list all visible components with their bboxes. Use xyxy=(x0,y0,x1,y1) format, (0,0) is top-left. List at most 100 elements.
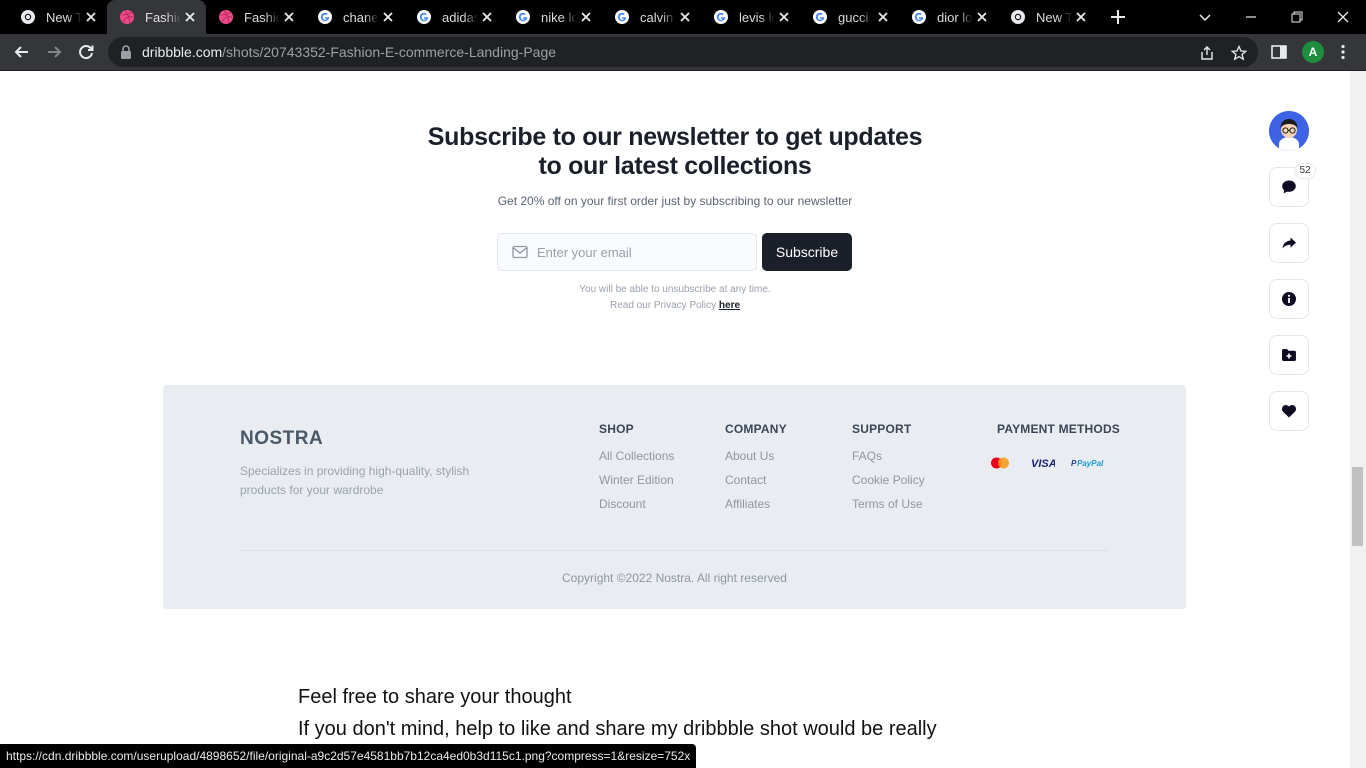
tab-title: levis lo xyxy=(739,9,775,25)
address-bar[interactable]: dribbble.com/shots/20743352-Fashion-E-co… xyxy=(108,37,1258,67)
footer-link-about-us[interactable]: About Us xyxy=(725,450,787,463)
tab-title: adidas xyxy=(442,9,478,25)
subscribe-button[interactable]: Subscribe xyxy=(762,233,852,271)
paypal-icon: P PayPal xyxy=(1071,459,1104,468)
save-to-collection-button[interactable] xyxy=(1269,335,1309,375)
chrome-icon xyxy=(1011,10,1025,24)
close-tab-icon[interactable] xyxy=(1074,10,1088,24)
url-text: dribbble.com/shots/20743352-Fashion-E-co… xyxy=(142,44,556,60)
tab-nike[interactable]: nike lo xyxy=(503,0,602,34)
chrome-icon xyxy=(21,10,35,24)
email-input[interactable] xyxy=(537,242,747,262)
tab-new-tab[interactable]: New Tab xyxy=(8,0,107,34)
tab-search-chevron-icon[interactable] xyxy=(1194,6,1216,28)
profile-avatar[interactable]: A xyxy=(1302,41,1324,63)
shot-details-button[interactable] xyxy=(1269,279,1309,319)
privacy-note: Read our Privacy Policy here xyxy=(475,300,875,311)
tab-fashion-active[interactable]: Fashion E-commerce Landing Page xyxy=(107,0,206,34)
close-tab-icon[interactable] xyxy=(579,10,593,24)
unsubscribe-note: You will be able to unsubscribe at any t… xyxy=(579,284,771,295)
info-icon xyxy=(1282,292,1296,306)
footer-tagline: Specializes in providing high-quality, s… xyxy=(240,464,470,497)
mastercard-icon xyxy=(991,457,1009,469)
forward-arrow-icon[interactable] xyxy=(44,42,64,62)
nostra-logo[interactable]: NOSTRA xyxy=(240,428,323,450)
tab-title: chanel xyxy=(343,9,379,25)
side-panel-icon[interactable] xyxy=(1270,43,1288,61)
close-tab-icon[interactable] xyxy=(381,10,395,24)
tab-gucci[interactable]: gucci l xyxy=(800,0,899,34)
back-arrow-icon[interactable] xyxy=(12,42,32,62)
close-tab-icon[interactable] xyxy=(678,10,692,24)
footer-heading-company: COMPANY xyxy=(725,422,787,436)
share-icon xyxy=(1282,237,1296,249)
copyright-text: Copyright ©2022 Nostra. All right reserv… xyxy=(562,571,787,585)
dribbble-icon xyxy=(219,10,233,24)
privacy-note-text: Read our Privacy Policy xyxy=(609,300,717,311)
share-page-icon[interactable] xyxy=(1199,45,1215,61)
footer-link-cookie-policy[interactable]: Cookie Policy xyxy=(852,474,925,487)
lock-icon[interactable] xyxy=(120,45,132,59)
privacy-policy-link[interactable]: here xyxy=(719,300,740,311)
like-heart-icon xyxy=(1282,405,1296,418)
close-tab-icon[interactable] xyxy=(183,10,197,24)
tab-new-tab-2[interactable]: New Tab xyxy=(998,0,1097,34)
bookmark-star-icon[interactable] xyxy=(1231,45,1247,61)
restore-icon[interactable] xyxy=(1286,6,1308,28)
comment-icon xyxy=(1282,180,1296,194)
share-button[interactable] xyxy=(1269,223,1309,263)
tab-adidas[interactable]: adidas xyxy=(404,0,503,34)
newsletter-title-line2: to our latest collections xyxy=(538,152,812,180)
close-tab-icon[interactable] xyxy=(975,10,989,24)
close-tab-icon[interactable] xyxy=(876,10,890,24)
tab-levis[interactable]: levis lo xyxy=(701,0,800,34)
like-button[interactable] xyxy=(1269,391,1309,431)
description-line2: If you don't mind, help to like and shar… xyxy=(298,718,937,740)
footer-link-terms-of-use[interactable]: Terms of Use xyxy=(852,498,925,511)
close-window-icon[interactable] xyxy=(1332,6,1354,28)
minimize-icon[interactable] xyxy=(1240,6,1262,28)
tab-title: Fashion xyxy=(244,9,280,25)
tab-calvin[interactable]: calvin xyxy=(602,0,701,34)
footer-link-affiliates[interactable]: Affiliates xyxy=(725,498,787,511)
scrollbar-thumb[interactable] xyxy=(1352,467,1363,546)
browser-toolbar: dribbble.com/shots/20743352-Fashion-E-co… xyxy=(0,34,1366,71)
add-to-collection-icon xyxy=(1282,349,1296,361)
tab-dior[interactable]: dior lo xyxy=(899,0,998,34)
footer-heading-support: SUPPORT xyxy=(852,422,912,436)
dribbble-icon xyxy=(120,10,134,24)
tab-strip: New Tab Fashion E-commerce Landing Page … xyxy=(0,0,1366,34)
footer-col-support: SUPPORT FAQs Cookie Policy Terms of Use xyxy=(852,422,925,522)
tab-title: calvin xyxy=(640,9,674,25)
footer-col-company: COMPANY About Us Contact Affiliates xyxy=(725,422,787,522)
footer-link-winter-edition[interactable]: Winter Edition xyxy=(599,474,674,487)
tab-title: gucci l xyxy=(838,9,874,25)
close-tab-icon[interactable] xyxy=(84,10,98,24)
new-tab-plus-icon[interactable] xyxy=(1109,8,1127,26)
description-line1: Feel free to share your thought xyxy=(298,686,572,708)
url-path: /shots/20743352-Fashion-E-commerce-Landi… xyxy=(222,44,557,60)
google-icon xyxy=(714,10,728,24)
tab-chanel[interactable]: chanel xyxy=(305,0,404,34)
footer-col-shop: SHOP All Collections Winter Edition Disc… xyxy=(599,422,674,522)
email-field-container[interactable] xyxy=(497,233,757,271)
footer-heading-shop: SHOP xyxy=(599,422,634,436)
designer-avatar[interactable] xyxy=(1269,111,1309,151)
footer-heading-payment: PAYMENT METHODS xyxy=(997,422,1121,436)
page-scrollbar[interactable] xyxy=(1350,71,1366,768)
tab-title: Fashion E-commerce Landing Page xyxy=(145,9,181,25)
close-tab-icon[interactable] xyxy=(777,10,791,24)
tab-title: nike lo xyxy=(541,9,577,25)
tab-title: New Tab xyxy=(46,9,82,25)
kebab-menu-icon[interactable] xyxy=(1334,43,1352,61)
footer-link-faqs[interactable]: FAQs xyxy=(852,450,925,463)
reload-icon[interactable] xyxy=(76,42,96,62)
footer-link-discount[interactable]: Discount xyxy=(599,498,674,511)
close-tab-icon[interactable] xyxy=(282,10,296,24)
footer-link-contact[interactable]: Contact xyxy=(725,474,787,487)
close-tab-icon[interactable] xyxy=(480,10,494,24)
footer-link-all-collections[interactable]: All Collections xyxy=(599,450,674,463)
footer-col-payment: PAYMENT METHODS xyxy=(997,422,1120,450)
tab-fashion[interactable]: Fashion xyxy=(206,0,305,34)
newsletter-title-line1: Subscribe to our newsletter to get updat… xyxy=(427,123,923,151)
